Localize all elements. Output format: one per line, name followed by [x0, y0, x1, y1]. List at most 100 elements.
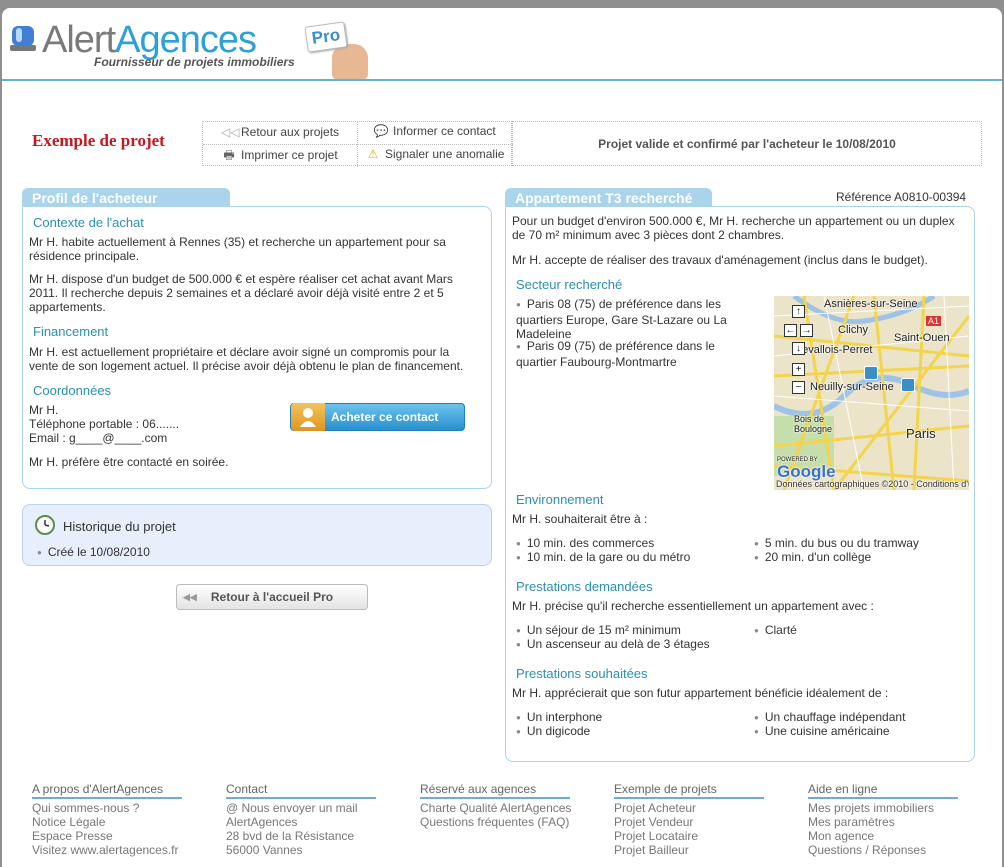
footer-link[interactable]: Charte Qualité AlertAgences — [420, 801, 571, 815]
buy-contact-button[interactable]: Acheter ce contact — [290, 403, 465, 431]
map-label: Clichy — [838, 324, 868, 336]
print-project-link[interactable]: 🖶 Imprimer ce projet — [221, 147, 338, 162]
pro-badge: Pro — [304, 21, 348, 53]
footer-head: Exemple de projets — [614, 782, 764, 799]
footer-head: Contact — [226, 782, 376, 799]
map-label: Levallois-Perret — [796, 344, 873, 356]
back-to-projects-link[interactable]: ◁◁ Retour aux projets — [221, 125, 339, 139]
desired-features-intro: Mr H. apprécierait que son futur apparte… — [512, 686, 889, 700]
print-project-label: Imprimer ce projet — [241, 148, 338, 162]
sector-map[interactable]: Asnières-sur-Seine Clichy Saint-Ouen Lev… — [774, 296, 969, 490]
footer-agencies: Réservé aux agences Charte Qualité Alert… — [420, 782, 571, 829]
buy-contact-label: Acheter ce contact — [331, 410, 439, 424]
footer-link[interactable]: Questions fréquentes (FAQ) — [420, 815, 570, 829]
footer-head: Réservé aux agences — [420, 782, 570, 799]
map-label: Saint-Ouen — [894, 332, 950, 344]
environment-title: Environnement — [516, 492, 604, 507]
desired-feature-item: Une cuisine américaine — [754, 724, 890, 740]
desired-feature-item: Un digicode — [516, 724, 590, 740]
contact-preference: Mr H. préfère être contacté en soirée. — [29, 455, 229, 469]
environment-item: 20 min. d'un collège — [754, 550, 871, 566]
sector-item-2: Paris 09 (75) de préférence dans le quar… — [516, 339, 746, 369]
required-feature-item: Un ascenseur au delà de 3 étages — [516, 637, 710, 653]
map-label: Asnières-sur-Seine — [824, 298, 918, 310]
action-divider-horizontal — [203, 144, 513, 145]
project-history-box: Historique du projet Créé le 10/08/2010 — [22, 504, 492, 566]
footer-link[interactable]: @ Nous envoyer un mail — [226, 801, 376, 815]
page-title: Exemple de projet — [32, 131, 165, 150]
environment-intro: Mr H. souhaiterait être à : — [512, 512, 648, 526]
home-pin-icon[interactable] — [901, 378, 915, 392]
apartment-intro-2: Mr H. accepte de réaliser des travaux d'… — [512, 253, 928, 267]
footer-link[interactable]: Projet Acheteur — [614, 801, 764, 815]
reference-number: Référence A0810-00394 — [836, 190, 967, 204]
footer-link[interactable]: Espace Presse — [32, 829, 182, 843]
map-label: Neuilly-sur-Seine — [810, 381, 894, 393]
history-title: Historique du projet — [63, 519, 176, 534]
required-features-intro: Mr H. précise qu'il recherche essentiell… — [512, 599, 874, 613]
buyer-profile-tab-label: Profil de l'acheteur — [22, 188, 230, 208]
printer-icon: 🖶 — [223, 147, 235, 162]
pan-left-icon[interactable]: ← — [784, 324, 797, 337]
pan-up-icon[interactable]: ↑ — [792, 305, 805, 318]
footer-head: Aide en ligne — [808, 782, 958, 799]
hand-icon — [332, 44, 368, 80]
footer-about: A propos d'AlertAgences Qui sommes-nous … — [32, 782, 182, 857]
sector-title: Secteur recherché — [516, 277, 623, 292]
report-anomaly-label: Signaler une anomalie — [385, 147, 505, 161]
report-anomaly-link[interactable]: ⚠ Signaler une anomalie — [365, 146, 505, 161]
financing-text: Mr H. est actuellement propriétaire et d… — [29, 345, 464, 373]
inform-contact-link[interactable]: 💬 Informer ce contact — [373, 124, 496, 138]
footer-link[interactable]: Projet Locataire — [614, 829, 764, 843]
footer-link[interactable]: Questions / Réponses — [808, 843, 958, 857]
project-status: Projet valide et confirmé par l'acheteur… — [512, 121, 982, 166]
brand-tagline: Fournisseur de projets immobiliers — [94, 55, 295, 69]
history-created-item: Créé le 10/08/2010 — [37, 545, 150, 561]
footer-contact: Contact @ Nous envoyer un mail AlertAgen… — [226, 782, 376, 857]
contact-email: Email : g____@____.com — [29, 431, 168, 445]
footer-link[interactable]: Qui sommes-nous ? — [32, 801, 182, 815]
inform-contact-label: Informer ce contact — [393, 124, 496, 138]
map-label: Paris — [906, 426, 936, 441]
footer-link[interactable]: Mes paramètres — [808, 815, 958, 829]
back-to-home-label: Retour à l'accueil Pro — [210, 590, 334, 604]
warning-icon: ⚠ — [367, 146, 379, 161]
pan-down-icon[interactable]: ↓ — [792, 342, 805, 355]
contact-details-title: Coordonnées — [33, 383, 112, 398]
purchase-context-text-2: Mr H. dispose d'un budget de 500.000 € e… — [29, 272, 453, 314]
zoom-out-icon[interactable]: − — [792, 381, 805, 394]
desired-features-title: Prestations souhaitées — [516, 666, 648, 681]
back-to-home-button[interactable]: ◀◀ Retour à l'accueil Pro — [176, 584, 368, 610]
purchase-context-text-1: Mr H. habite actuellement à Rennes (35) … — [29, 235, 446, 263]
sector-item-1: Paris 08 (75) de préférence dans les qua… — [516, 297, 746, 341]
environment-item: 10 min. de la gare ou du métro — [516, 550, 690, 566]
contact-phone: Téléphone portable : 06....... — [29, 417, 180, 431]
footer-link[interactable]: Notice Légale — [32, 815, 182, 829]
home-pin-icon[interactable] — [864, 366, 878, 380]
footer-examples: Exemple de projets Projet Acheteur Proje… — [614, 782, 764, 857]
footer-link[interactable]: Visitez www.alertagences.fr — [32, 843, 182, 857]
footer-link[interactable]: Mes projets immobiliers — [808, 801, 958, 815]
purchase-context-title: Contexte de l'achat — [33, 215, 144, 230]
header-divider — [2, 79, 1002, 81]
footer-link[interactable]: Projet Bailleur — [614, 843, 764, 857]
apartment-tab-label: Appartement T3 recherché — [505, 188, 712, 208]
apartment-intro-1: Pour un budget d'environ 500.000 €, Mr H… — [512, 214, 955, 242]
back-to-projects-label: Retour aux projets — [241, 125, 340, 139]
footer-link[interactable]: Mon agence — [808, 829, 958, 843]
footer-head: A propos d'AlertAgences — [32, 782, 182, 799]
pan-right-icon[interactable]: → — [800, 324, 813, 337]
buyer-profile-tab: Profil de l'acheteur — [22, 188, 230, 208]
user-icon — [291, 403, 325, 431]
footer-help: Aide en ligne Mes projets immobiliers Me… — [808, 782, 958, 857]
map-highway-label: A1 — [926, 316, 942, 326]
zoom-in-icon[interactable]: + — [792, 363, 805, 376]
footer-text: 28 bvd de la Résistance — [226, 829, 355, 843]
clock-icon — [35, 515, 55, 535]
footer-link[interactable]: Projet Vendeur — [614, 815, 764, 829]
contact-name: Mr H. — [29, 403, 59, 417]
project-status-text: Projet valide et confirmé par l'acheteur… — [598, 136, 896, 151]
required-feature-item: Clarté — [754, 623, 797, 639]
map-copyright[interactable]: Données cartographiques ©2010 - Conditio… — [776, 479, 969, 489]
page-frame: AlertAgences Fournisseur de projets immo… — [2, 8, 1002, 867]
